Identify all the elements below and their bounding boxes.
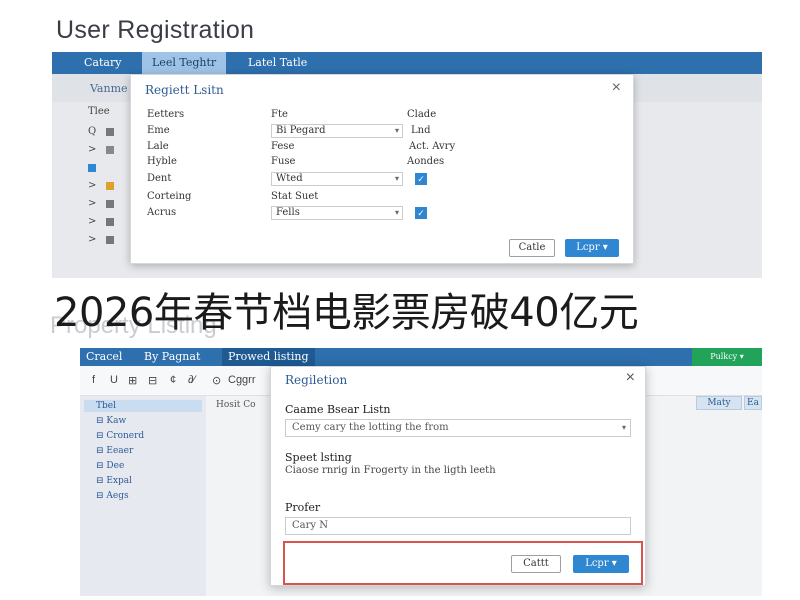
- chevron-right-icon: >: [88, 198, 97, 209]
- format-icon[interactable]: f: [92, 374, 95, 386]
- select-value: Wted: [276, 173, 303, 184]
- field-label: Lale: [147, 141, 169, 152]
- chevron-right-icon: >: [88, 234, 97, 245]
- field-label: Hyble: [147, 156, 177, 167]
- sidebar-item[interactable]: ⊟ Aegs: [96, 491, 129, 501]
- select-field[interactable]: Wted ▾: [271, 172, 403, 186]
- chevron-down-icon: ▾: [394, 208, 399, 217]
- folder-icon: [106, 235, 115, 244]
- close-icon[interactable]: ×: [612, 79, 621, 97]
- side-row[interactable]: >: [88, 144, 115, 158]
- tab-leel-teghtr[interactable]: Leel Teghtr: [142, 52, 227, 74]
- folder-icon: [106, 217, 115, 226]
- cancel-button[interactable]: Catle: [509, 239, 555, 257]
- table-icon[interactable]: ⊟: [148, 374, 157, 387]
- checkbox[interactable]: ✓: [415, 173, 427, 185]
- sidebar-header: Tbel: [84, 400, 202, 412]
- primary-dropdown-button[interactable]: Lcpr ▾: [573, 555, 629, 573]
- search-icon: Q: [88, 126, 97, 137]
- sidebar-item[interactable]: ⊟ Kaw: [96, 416, 126, 426]
- side-row[interactable]: >: [88, 180, 115, 194]
- side-row[interactable]: [88, 162, 96, 176]
- field-value: Aondes: [407, 156, 445, 167]
- field-text: Fese: [271, 141, 295, 152]
- chevron-right-icon: >: [88, 180, 97, 191]
- chevron-down-icon: ▾: [394, 126, 399, 135]
- select-value: Cemy cary the lotting the from: [292, 422, 449, 433]
- column-header: Hosit Co: [216, 400, 256, 410]
- chevron-right-icon: >: [88, 216, 97, 227]
- field-description: Ciaose rnrig in Frogerty in the ligth le…: [285, 465, 496, 476]
- chevron-right-icon: >: [88, 144, 97, 155]
- select-value: Fells: [276, 207, 300, 218]
- maty-button[interactable]: Maty: [696, 396, 742, 410]
- sidebar-item[interactable]: ⊟ Eeaer: [96, 446, 133, 456]
- field-label: Eme: [147, 125, 170, 136]
- grid-icon[interactable]: ⊞: [128, 374, 137, 387]
- field-value: Lnd: [411, 125, 431, 136]
- top-nav-bar: Catary Leel Teghtr Latel Tatle: [52, 52, 762, 74]
- folder-icon: [106, 145, 115, 154]
- page-title-top: User Registration: [56, 16, 255, 44]
- currency-icon[interactable]: ¢: [170, 374, 176, 386]
- registration-modal-top: Regiett Lsitn × Eetters Fte Clade Eme Bi…: [130, 74, 634, 264]
- settings-icon[interactable]: ⊙: [212, 374, 221, 387]
- tab-latel-tatle[interactable]: Latel Tatle: [238, 52, 317, 74]
- col-header-3: Clade: [407, 109, 437, 120]
- field-label: Corteing: [147, 191, 192, 202]
- side-row[interactable]: >: [88, 216, 115, 230]
- sidebar-item[interactable]: ⊟ Expal: [96, 476, 132, 486]
- cancel-button[interactable]: Cattt: [511, 555, 561, 573]
- sidebar-item[interactable]: ⊟ Cronerd: [96, 431, 144, 441]
- side-row[interactable]: >: [88, 234, 115, 248]
- field-label: Dent: [147, 173, 172, 184]
- field-text: Fuse: [271, 156, 296, 167]
- field-label: Acrus: [147, 207, 177, 218]
- underline-icon[interactable]: U: [110, 374, 118, 386]
- side-header: Tlee: [88, 106, 110, 117]
- field-label-listing: Caame Bsear Listn: [285, 403, 391, 416]
- headline-overlay: 2026年春节档电影票房破40亿元: [54, 290, 639, 336]
- registration-modal-bottom: Regiletion × Caame Bsear Listn Cemy cary…: [270, 366, 646, 586]
- chevron-down-icon: ▾: [621, 423, 626, 432]
- field-label-profer: Profer: [285, 501, 321, 514]
- side-row[interactable]: Q: [88, 126, 115, 140]
- bottom-nav-bar: Cracel By Pagnat Prowed listing Pulkcy ▾: [80, 348, 762, 366]
- folder-icon: [106, 199, 115, 208]
- tab-prowed-listing[interactable]: Prowed listing: [222, 348, 315, 366]
- checkbox[interactable]: ✓: [415, 207, 427, 219]
- chevron-down-icon: ▾: [394, 174, 399, 183]
- tab-by-pagnat[interactable]: By Pagnat: [138, 348, 206, 366]
- close-icon[interactable]: ×: [626, 369, 635, 387]
- sidebar-item[interactable]: ⊟ Dee: [96, 461, 124, 471]
- ea-button[interactable]: Ea: [744, 396, 762, 410]
- select-field[interactable]: Fells ▾: [271, 206, 403, 220]
- folder-icon: [106, 181, 115, 190]
- profer-input[interactable]: Cary N: [285, 517, 631, 535]
- bottom-sidebar: Tbel ⊟ Kaw ⊟ Cronerd ⊟ Eeaer ⊟ Dee ⊟ Exp…: [80, 396, 206, 596]
- field-value: Act. Avry: [409, 141, 456, 152]
- modal-title: Regiletion: [285, 373, 348, 387]
- field-label-speet: Speet lsting: [285, 451, 352, 464]
- input-value: Cary N: [292, 520, 328, 531]
- selected-folder-icon: [88, 163, 96, 172]
- primary-dropdown-button[interactable]: Lcpr ▾: [565, 239, 619, 257]
- side-row[interactable]: >: [88, 198, 115, 212]
- sub-bar-label: Vanme: [90, 82, 128, 95]
- col-header-1: Eetters: [147, 109, 185, 120]
- listing-select[interactable]: Cemy cary the lotting the from ▾: [285, 419, 631, 437]
- toolbar-label: Cggrr: [228, 374, 256, 386]
- tab-cracel[interactable]: Cracel: [80, 348, 128, 366]
- tab-catary[interactable]: Catary: [74, 52, 131, 74]
- col-header-2: Fte: [271, 109, 288, 120]
- select-field[interactable]: Bi Pegard ▾: [271, 124, 403, 138]
- status-dropdown[interactable]: Pulkcy ▾: [692, 348, 762, 366]
- folder-icon: [106, 127, 115, 136]
- formula-icon[interactable]: ∂⁄: [188, 374, 195, 386]
- field-text: Stat Suet: [271, 191, 319, 202]
- select-value: Bi Pegard: [276, 125, 326, 136]
- modal-title: Regiett Lsitn: [145, 83, 224, 97]
